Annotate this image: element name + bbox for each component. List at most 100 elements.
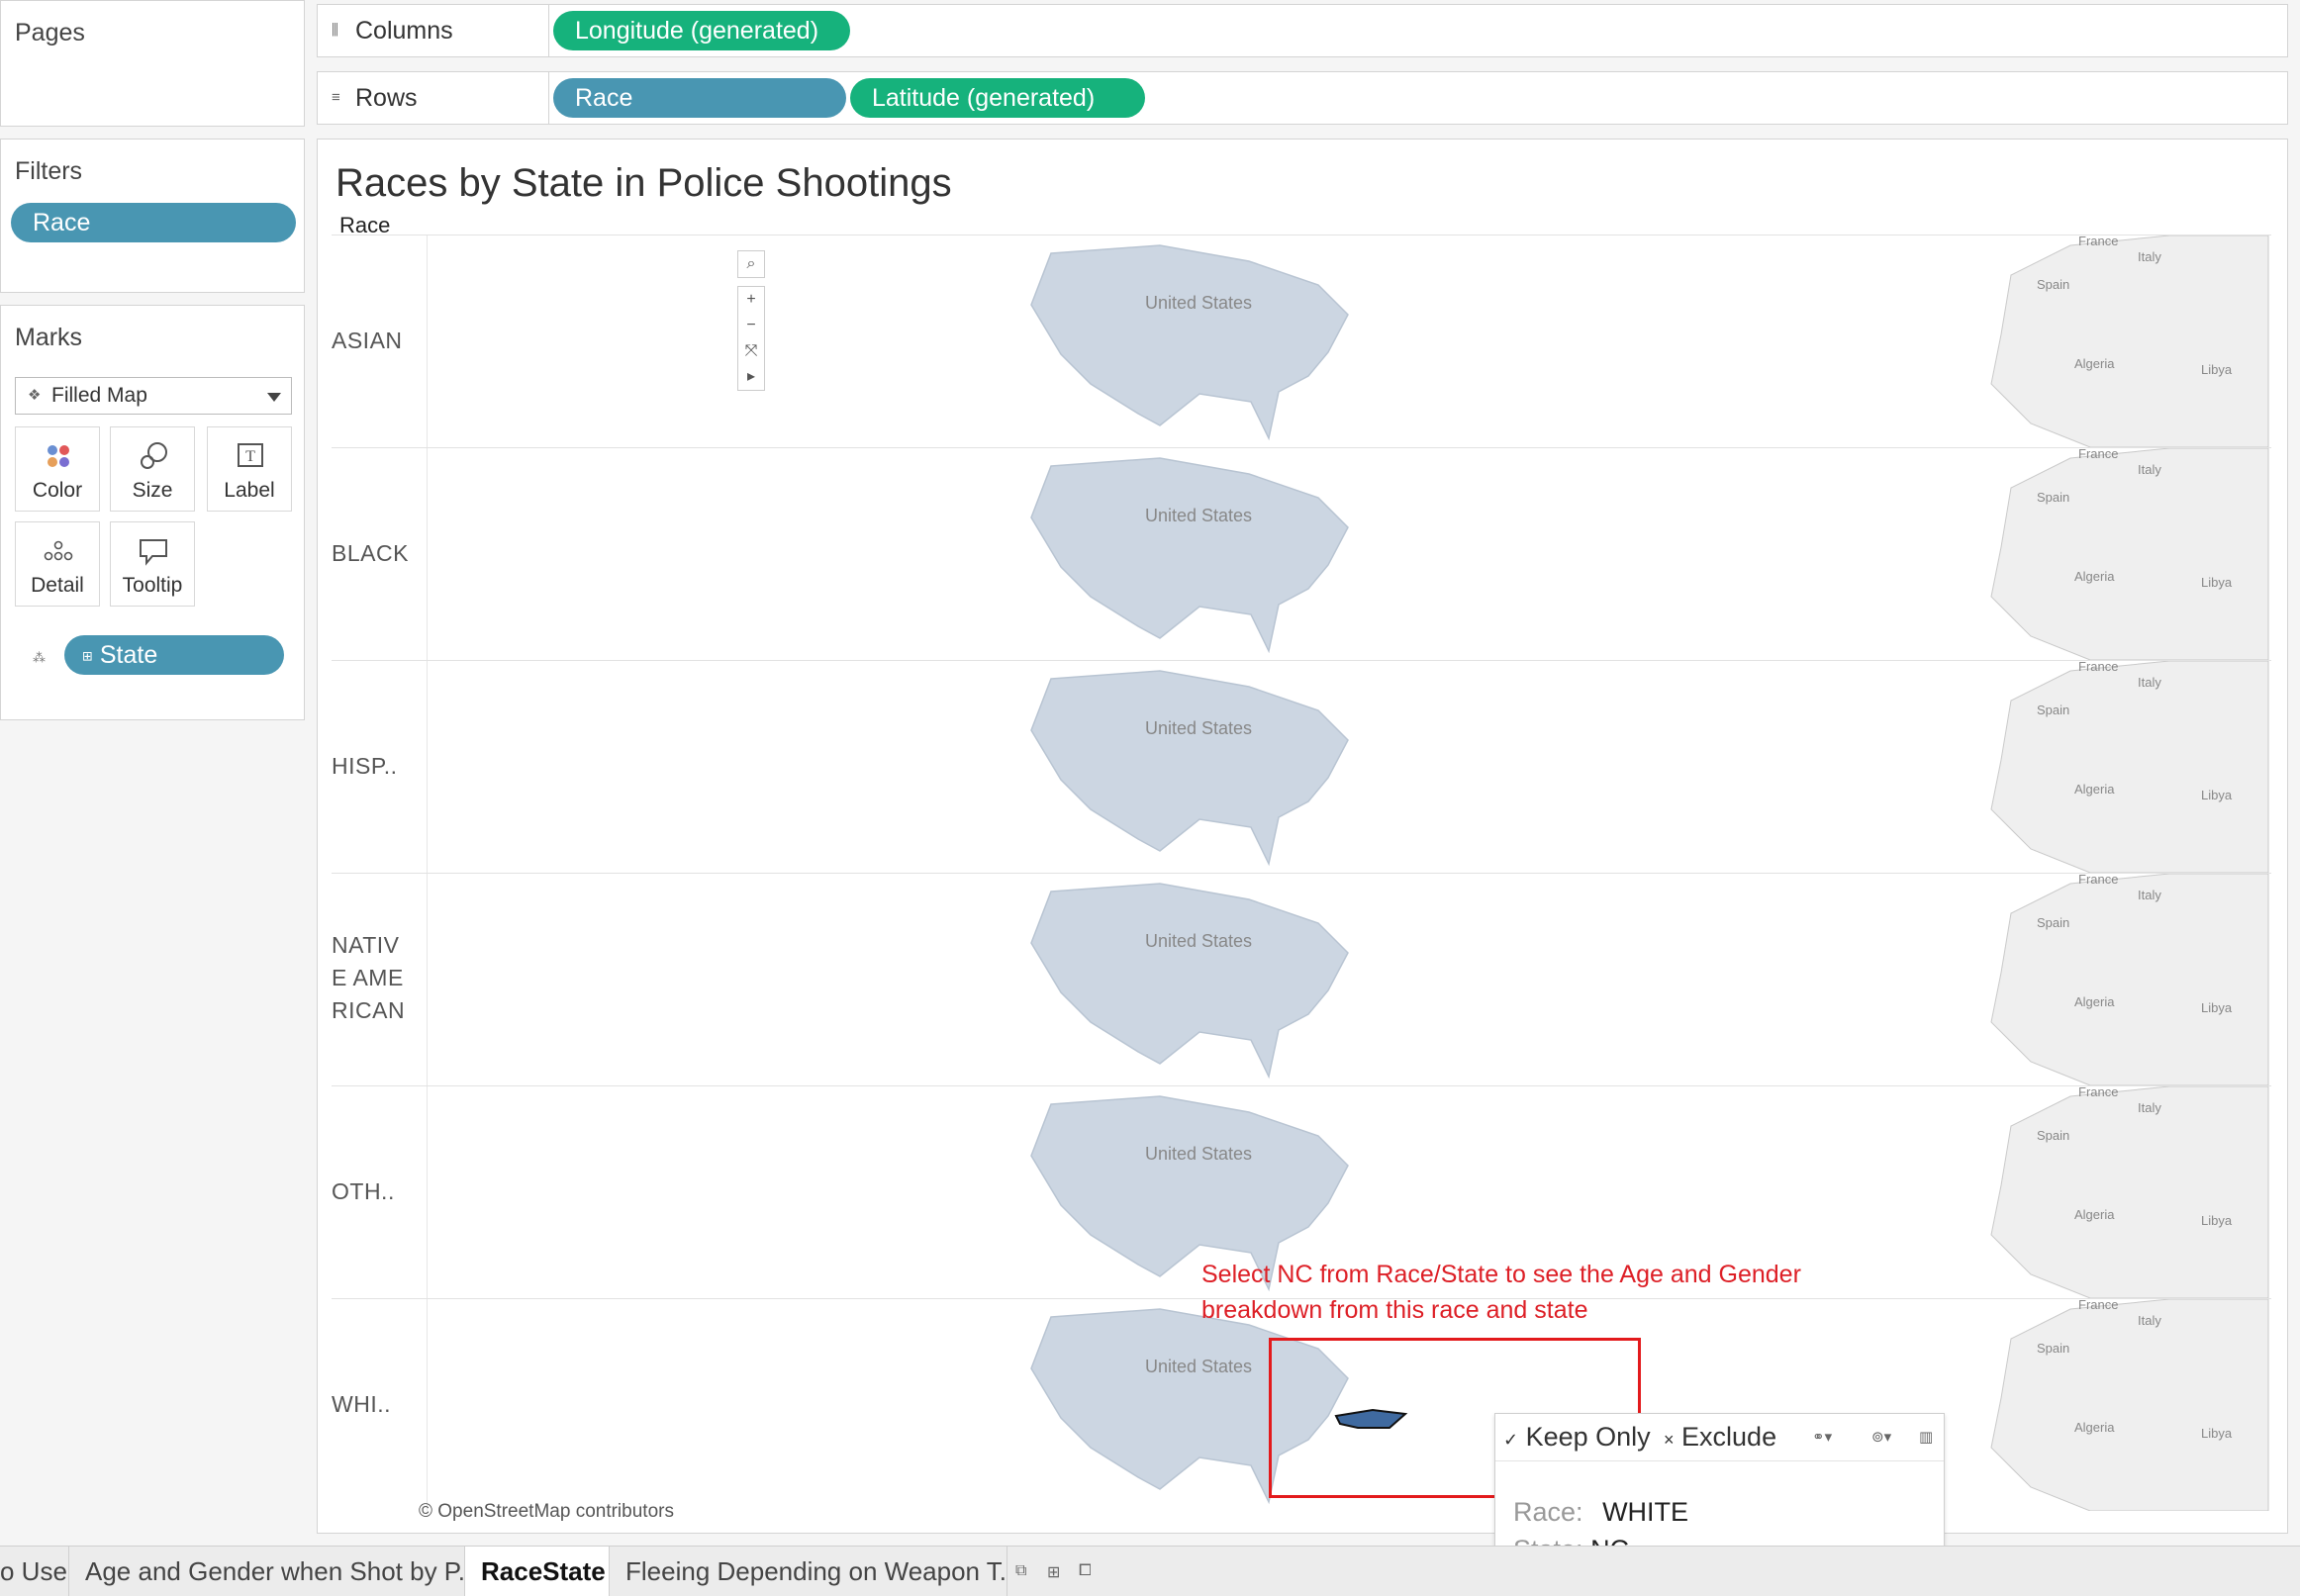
place-label: France <box>2078 661 2118 674</box>
place-label: Spain <box>2037 703 2069 717</box>
europe-africa-basemap <box>1990 235 2269 447</box>
place-label: Italy <box>2138 1100 2161 1115</box>
filters-card: Filters Race <box>0 139 305 293</box>
view-data-icon[interactable]: ▥ <box>1919 1428 1933 1446</box>
sheet-tab[interactable]: Age and Gender when Shot by P... <box>69 1547 465 1596</box>
place-label: France <box>2078 874 2118 887</box>
dimension-icon: ⊞ <box>82 648 93 664</box>
group-members-icon[interactable]: ⚭▾ <box>1812 1428 1832 1446</box>
place-label: Libya <box>2201 1426 2233 1441</box>
map-pane[interactable]: United States France Italy Spain Algeria Liby… <box>428 235 2272 447</box>
state-detail-pill[interactable]: ⊞ State <box>64 635 284 675</box>
us-filled-map[interactable] <box>1030 457 1349 654</box>
place-label: Italy <box>2138 888 2161 902</box>
row-label[interactable]: NATIV E AME RICAN <box>332 929 411 1027</box>
place-label: France <box>2078 235 2118 248</box>
color-button[interactable]: Color <box>15 426 100 512</box>
osm-credit: © OpenStreetMap contributors <box>419 1501 674 1522</box>
facet-row: NATIV E AME RICAN United States France Italy S… <box>332 873 2271 1085</box>
place-label: Algeria <box>2074 994 2115 1009</box>
size-button[interactable]: Size <box>110 426 195 512</box>
place-label: Italy <box>2138 675 2161 690</box>
race-key: Race: <box>1513 1497 1583 1527</box>
row-label-line: E AME <box>332 965 404 990</box>
place-label: Algeria <box>2074 356 2115 371</box>
sheet-tab[interactable]: Fleeing Depending on Weapon T... <box>610 1547 1007 1596</box>
zoom-out-icon[interactable]: − <box>738 313 764 338</box>
annotation-text: Select NC from Race/State to see the Age… <box>1201 1257 1894 1328</box>
country-label: United States <box>1145 506 1252 525</box>
place-label: Italy <box>2138 462 2161 477</box>
facet-row: BLACK United States France Italy Spain Algeri… <box>332 447 2271 660</box>
label-label: Label <box>224 479 275 502</box>
state-pill-label: State <box>99 641 158 669</box>
us-filled-map[interactable] <box>1030 883 1349 1080</box>
place-label: France <box>2078 448 2118 461</box>
us-filled-map[interactable] <box>1030 670 1349 867</box>
place-label: Spain <box>2037 490 2069 505</box>
expand-toolbar-icon[interactable]: ▸ <box>738 364 764 390</box>
create-set-icon[interactable]: ⊚▾ <box>1871 1428 1891 1446</box>
latitude-pill[interactable]: Latitude (generated) <box>850 78 1145 118</box>
zoom-in-icon[interactable]: + <box>738 287 764 313</box>
keep-only-button[interactable]: ✓ Keep Only <box>1503 1422 1651 1453</box>
longitude-pill[interactable]: Longitude (generated) <box>553 11 850 50</box>
europe-africa-basemap <box>1990 1299 2269 1511</box>
sheet-tab-active[interactable]: RaceState <box>465 1547 610 1596</box>
facet-row: ASIAN United States France Italy Spain Algeri… <box>332 235 2271 447</box>
new-dashboard-icon[interactable]: ⊞ <box>1047 1562 1060 1582</box>
place-label: Spain <box>2037 277 2069 292</box>
map-pane[interactable]: United States France Italy Spain Algeria Liby… <box>428 448 2272 660</box>
map-pane[interactable]: United States France Italy Spain Algeria Liby… <box>428 661 2272 873</box>
row-label-line: NATIV <box>332 932 400 958</box>
rows-label-text: Rows <box>355 84 418 112</box>
color-icon <box>48 445 69 467</box>
place-label: Libya <box>2201 1213 2233 1228</box>
detail-icon <box>44 540 73 561</box>
race-row-pill[interactable]: Race <box>553 78 846 118</box>
map-zoom-toolbar: + − ⤧ ▸ <box>737 286 765 391</box>
place-label: Italy <box>2138 249 2161 264</box>
country-label: United States <box>1145 293 1252 313</box>
new-story-icon[interactable]: ⧠ <box>1079 1562 1092 1580</box>
rows-shelf-label: ≡ Rows <box>318 72 549 124</box>
map-search-icon[interactable]: ⌕ <box>738 251 764 277</box>
row-label[interactable]: BLACK <box>332 537 411 570</box>
place-label: France <box>2078 1086 2118 1099</box>
map-pane[interactable]: United States France Italy Spain Algeria Liby… <box>428 874 2272 1085</box>
place-label: Algeria <box>2074 782 2115 797</box>
place-label: Algeria <box>2074 1420 2115 1435</box>
place-label: Libya <box>2201 788 2233 802</box>
columns-icon: ⫼ <box>332 22 338 39</box>
race-value: WHITE <box>1602 1497 1689 1527</box>
new-worksheet-icon[interactable]: ⧉ <box>1015 1562 1026 1580</box>
detail-button[interactable]: Detail <box>15 521 100 607</box>
row-label[interactable]: HISP.. <box>332 750 411 783</box>
exclude-button[interactable]: × Exclude <box>1664 1422 1776 1453</box>
mark-type-label: Filled Map <box>51 384 147 407</box>
place-label: Spain <box>2037 1341 2069 1356</box>
place-label: Libya <box>2201 575 2233 590</box>
keep-only-label: Keep Only <box>1525 1422 1651 1452</box>
tooltip-button[interactable]: Tooltip <box>110 521 195 607</box>
sheet-tab[interactable]: o Use <box>0 1547 69 1596</box>
x-icon: × <box>1664 1430 1675 1450</box>
viz-title: Races by State in Police Shootings <box>335 161 952 205</box>
columns-shelf[interactable]: ⫼ Columns Longitude (generated) <box>317 4 2288 57</box>
reset-map-icon[interactable]: ⤧ <box>738 338 764 364</box>
chevron-down-icon <box>267 393 281 402</box>
filter-pill-race[interactable]: Race <box>11 203 296 242</box>
row-label[interactable]: OTH.. <box>332 1175 411 1208</box>
pages-card: Pages <box>0 0 305 127</box>
mark-type-dropdown[interactable]: ❖ Filled Map <box>15 377 292 415</box>
rows-shelf[interactable]: ≡ Rows Race Latitude (generated) <box>317 71 2288 125</box>
row-label[interactable]: WHI.. <box>332 1388 411 1421</box>
tooltip-label: Tooltip <box>122 574 183 597</box>
place-label: Algeria <box>2074 1207 2115 1222</box>
facet-row: HISP.. United States France Italy Spain Alger… <box>332 660 2271 873</box>
us-filled-map[interactable] <box>1030 244 1349 441</box>
row-label[interactable]: ASIAN <box>332 325 411 357</box>
europe-africa-basemap <box>1990 1086 2269 1298</box>
label-button[interactable]: T Label <box>207 426 292 512</box>
europe-africa-basemap <box>1990 448 2269 660</box>
